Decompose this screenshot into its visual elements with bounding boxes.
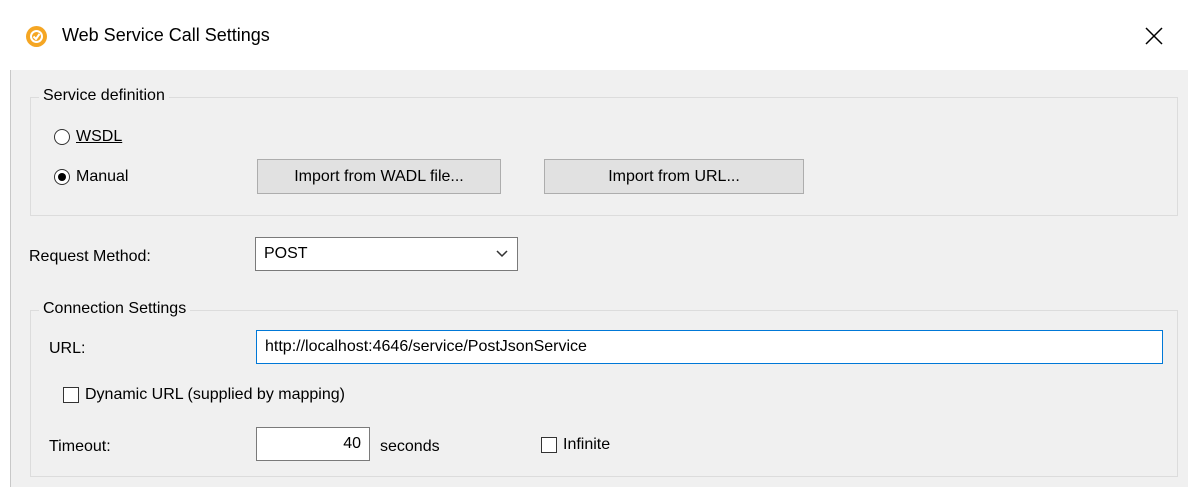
request-method-value: POST <box>264 245 308 262</box>
infinite-checkbox-label: Infinite <box>563 436 611 453</box>
window-title: Web Service Call Settings <box>62 25 270 45</box>
request-method-label: Request Method: <box>29 248 151 265</box>
title-bar: Web Service Call Settings <box>0 0 1188 70</box>
infinite-checkbox[interactable]: Infinite <box>541 436 610 454</box>
seconds-label: seconds <box>380 438 440 455</box>
dynamic-url-checkbox-box <box>63 387 79 403</box>
close-icon <box>1145 27 1163 45</box>
timeout-input[interactable]: 40 <box>256 427 370 461</box>
dynamic-url-checkbox[interactable]: Dynamic URL (supplied by mapping) <box>63 386 345 404</box>
timeout-input-value: 40 <box>343 435 361 452</box>
chevron-down-icon <box>496 250 508 258</box>
request-method-select[interactable]: POST <box>255 237 518 271</box>
url-input-value: http://localhost:4646/service/PostJsonSe… <box>265 338 587 355</box>
wsdl-radio[interactable]: WSDL <box>54 128 122 146</box>
service-definition-legend: Service definition <box>39 87 169 105</box>
manual-radio[interactable]: Manual <box>54 168 128 186</box>
timeout-label: Timeout: <box>49 438 111 455</box>
import-url-button-label: Import from URL... <box>608 167 740 185</box>
import-url-button[interactable]: Import from URL... <box>544 159 804 194</box>
infinite-checkbox-box <box>541 437 557 453</box>
manual-radio-label: Manual <box>76 168 129 185</box>
dynamic-url-checkbox-label: Dynamic URL (supplied by mapping) <box>85 386 345 403</box>
wsdl-radio-indicator <box>54 129 70 145</box>
url-input[interactable]: http://localhost:4646/service/PostJsonSe… <box>256 330 1163 364</box>
connection-settings-legend: Connection Settings <box>39 300 191 318</box>
app-logo-icon <box>26 26 47 47</box>
manual-radio-indicator <box>54 169 70 185</box>
import-wadl-button-label: Import from WADL file... <box>294 167 464 185</box>
import-wadl-button[interactable]: Import from WADL file... <box>257 159 501 194</box>
wsdl-radio-label: WSDL <box>76 128 123 145</box>
dialog-body: Service definition WSDL Manual Import fr… <box>10 70 1188 487</box>
service-definition-group <box>30 97 1178 216</box>
url-label: URL: <box>49 340 86 357</box>
close-button[interactable] <box>1136 18 1172 54</box>
